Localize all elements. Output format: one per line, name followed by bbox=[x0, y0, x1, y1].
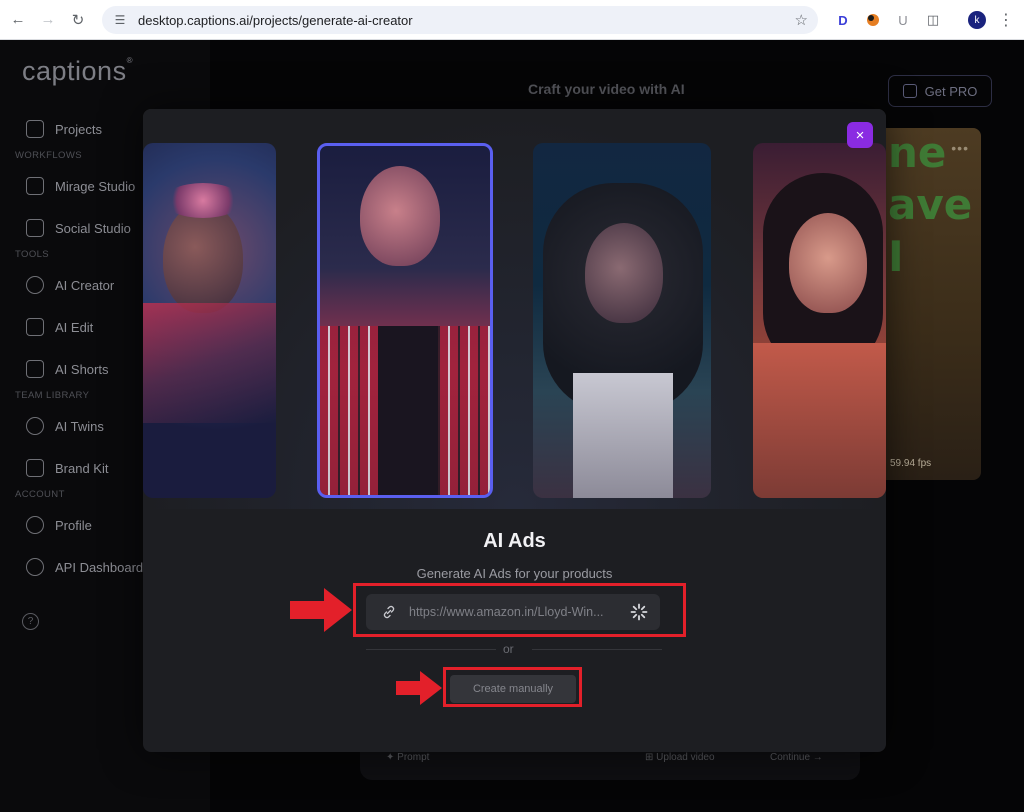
sidebar-item-label: Projects bbox=[55, 121, 102, 137]
browser-toolbar: ← → ↻ ☰ desktop.captions.ai/projects/gen… bbox=[0, 0, 1024, 40]
site-settings-icon[interactable]: ☰ bbox=[108, 13, 132, 27]
get-pro-button[interactable]: Get PRO bbox=[888, 75, 992, 107]
modal-title: AI Ads bbox=[483, 530, 546, 552]
sidebar-item-social-studio[interactable]: Social Studio bbox=[26, 219, 131, 237]
extensions-puzzle-icon[interactable]: ◫ bbox=[922, 9, 944, 31]
sidebar-item-label: AI Twins bbox=[55, 418, 104, 434]
extension-swirl-icon[interactable] bbox=[862, 9, 884, 31]
more-options-icon[interactable]: ••• bbox=[951, 140, 969, 156]
api-icon bbox=[26, 558, 44, 576]
profile-avatar[interactable]: k bbox=[968, 11, 986, 29]
arrow-icon-url bbox=[290, 588, 352, 632]
close-icon: × bbox=[855, 126, 865, 144]
face-shape bbox=[585, 223, 663, 323]
extension-u-icon[interactable]: U bbox=[892, 9, 914, 31]
brand-kit-icon bbox=[26, 459, 44, 477]
browser-menu-icon[interactable]: ⋮ bbox=[998, 10, 1014, 30]
sidebar-item-projects[interactable]: Projects bbox=[26, 120, 102, 138]
divider-left bbox=[366, 649, 496, 650]
section-workflows: WORKFLOWS bbox=[15, 150, 82, 161]
face-shape bbox=[360, 166, 440, 266]
creator-photo-1[interactable] bbox=[143, 143, 276, 498]
modal-subtitle: Generate AI Ads for your products bbox=[416, 566, 613, 581]
sidebar-item-ai-creator[interactable]: AI Creator bbox=[26, 276, 114, 294]
page-title: Craft your video with AI bbox=[528, 81, 685, 97]
white-top bbox=[573, 373, 673, 498]
sidebar-item-label: AI Edit bbox=[55, 319, 94, 335]
highlight-box-url bbox=[353, 583, 686, 637]
arrow-icon-create bbox=[396, 671, 442, 705]
get-pro-label: Get PRO bbox=[924, 83, 978, 99]
card-word-1: ne bbox=[888, 128, 947, 177]
play-icon bbox=[26, 360, 44, 378]
bookmark-star-icon[interactable]: ☆ bbox=[795, 11, 808, 29]
help-icon[interactable]: ? bbox=[22, 613, 39, 630]
prompt-button[interactable]: ✦ Prompt bbox=[386, 752, 429, 763]
mirage-icon bbox=[26, 177, 44, 195]
card-word-3: I bbox=[888, 232, 904, 281]
sidebar-item-brand-kit[interactable]: Brand Kit bbox=[26, 459, 108, 477]
divider-right bbox=[532, 649, 662, 650]
video-preview-card[interactable]: ne ave I ••• 59.94 fps bbox=[870, 128, 981, 480]
face-shape bbox=[163, 203, 243, 313]
hoodie-shape bbox=[753, 343, 886, 498]
creator-photo-4[interactable] bbox=[753, 143, 886, 498]
hair-flowers bbox=[163, 183, 243, 218]
sidebar-item-ai-twins[interactable]: AI Twins bbox=[26, 417, 104, 435]
prompt-label: Prompt bbox=[397, 752, 430, 763]
forward-icon[interactable]: → bbox=[36, 8, 60, 32]
address-bar[interactable]: ☰ desktop.captions.ai/projects/generate-… bbox=[102, 6, 818, 34]
reload-icon[interactable]: ↻ bbox=[66, 8, 90, 32]
or-separator: or bbox=[503, 642, 514, 656]
close-button[interactable]: × bbox=[847, 122, 873, 148]
sidebar-item-mirage-studio[interactable]: Mirage Studio bbox=[26, 177, 135, 195]
sidebar-item-label: Brand Kit bbox=[55, 460, 109, 476]
back-icon[interactable]: ← bbox=[6, 8, 30, 32]
ai-ads-modal: × AI Ads Generate AI Ads for your produc… bbox=[143, 109, 886, 752]
ai-creator-icon bbox=[26, 276, 44, 294]
sidebar-item-label: Profile bbox=[55, 517, 92, 533]
sidebar-item-ai-shorts[interactable]: AI Shorts bbox=[26, 360, 108, 378]
sidebar-item-profile[interactable]: Profile bbox=[26, 516, 92, 534]
pro-icon bbox=[902, 84, 917, 98]
creator-photo-3[interactable] bbox=[533, 143, 711, 498]
captions-logo[interactable]: captions® bbox=[22, 56, 133, 87]
extension-d-icon[interactable]: D bbox=[832, 9, 854, 31]
highlight-box-create bbox=[443, 667, 582, 707]
sidebar-item-label: AI Shorts bbox=[55, 361, 109, 377]
clothing-shape bbox=[143, 303, 276, 423]
sidebar-item-label: AI Creator bbox=[55, 277, 115, 293]
inner-shirt bbox=[378, 326, 438, 495]
sidebar-item-label: Mirage Studio bbox=[55, 178, 136, 194]
upload-video-button[interactable]: ⊞ Upload video bbox=[645, 752, 715, 763]
smile-icon bbox=[26, 417, 44, 435]
social-icon bbox=[26, 219, 44, 237]
logo-text: captions bbox=[22, 56, 127, 86]
section-tools: TOOLS bbox=[15, 249, 50, 260]
section-team-library: TEAM LIBRARY bbox=[15, 390, 90, 401]
sidebar-item-api-dashboard[interactable]: API Dashboard bbox=[26, 558, 143, 576]
fps-label: 59.94 fps bbox=[890, 458, 932, 469]
section-account: ACCOUNT bbox=[15, 489, 65, 500]
face-shape bbox=[789, 213, 867, 313]
projects-icon bbox=[26, 120, 44, 138]
upload-label: Upload video bbox=[656, 752, 715, 763]
continue-button[interactable]: Continue → bbox=[770, 752, 823, 763]
sidebar-item-label: Social Studio bbox=[55, 220, 131, 236]
card-word-2: ave bbox=[888, 180, 973, 229]
profile-icon bbox=[26, 516, 44, 534]
sidebar-item-label: API Dashboard bbox=[55, 559, 144, 575]
creator-photo-2-selected[interactable] bbox=[317, 143, 493, 498]
address-url[interactable]: desktop.captions.ai/projects/generate-ai… bbox=[138, 13, 413, 28]
sparkle-icon bbox=[26, 318, 44, 336]
sidebar-item-ai-edit[interactable]: AI Edit bbox=[26, 318, 93, 336]
